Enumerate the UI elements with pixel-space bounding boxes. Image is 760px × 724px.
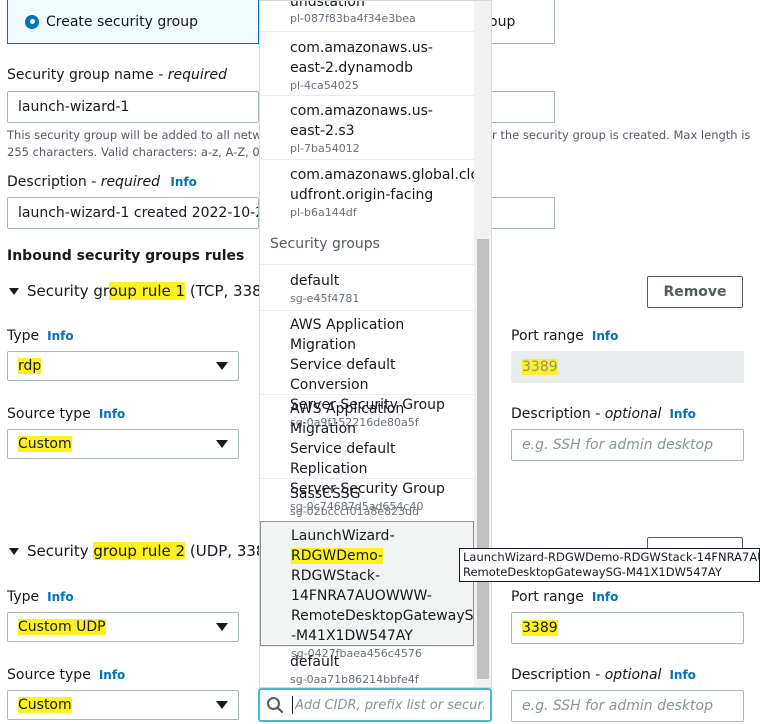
dropdown-option-highlighted[interactable]: LaunchWizard- RDGWDemo-RDGWStack- 14FNRA… (260, 521, 484, 660)
dropdown-option[interactable]: undstation pl-087f83ba4f34e3bea (260, 1, 474, 31)
dropdown-option[interactable]: default sg-e45f4781 (260, 264, 474, 310)
search-icon (267, 697, 284, 714)
dropdown-option[interactable]: default sg-0aa71b86214bbfe4f (260, 646, 474, 687)
rule1-source-label: Source type Info (7, 406, 126, 422)
rule1-port-label: Port range Info (511, 328, 619, 344)
info-link[interactable]: Info (669, 407, 695, 421)
info-link[interactable]: Info (99, 407, 125, 421)
dropdown-option[interactable]: com.amazonaws.global.clo udfront.origin-… (260, 159, 479, 223)
info-link[interactable]: Info (592, 590, 618, 604)
rule2-source-label: Source type Info (7, 667, 126, 683)
dropdown-caret-icon (216, 623, 228, 631)
rule2-port-label: Port range Info (511, 589, 619, 605)
dropdown-caret-icon (216, 701, 228, 709)
rule1-title: Security group rule 1 (TCP, 3389 (27, 282, 272, 300)
rule2-desc-label: Description - optional Info (511, 667, 696, 683)
text-cursor (292, 696, 293, 714)
description-label: Description - required Info (7, 174, 197, 190)
sg-name-label: Security group name - required (7, 67, 227, 83)
dropdown-caret-icon (216, 440, 228, 448)
caret-down-icon (9, 287, 19, 295)
rule1-type-select[interactable]: rdp (7, 351, 239, 381)
rule1-port-input: 3389 (511, 351, 744, 383)
select-existing-group-label: oup (489, 13, 516, 30)
source-dropdown-menu[interactable]: undstation pl-087f83ba4f34e3bea com.amaz… (259, 0, 492, 688)
description-input[interactable]: launch-wizard-1 created 2022-10-21T (7, 197, 259, 229)
caret-down-icon (9, 547, 19, 555)
rule2-header[interactable]: Security group rule 2 (UDP, 3389 (9, 542, 275, 560)
cidr-search-input[interactable]: Add CIDR, prefix list or security (258, 688, 492, 722)
dropdown-option[interactable]: com.amazonaws.us- east-2.s3 pl-7ba54012 (260, 95, 474, 159)
rule1-desc-label: Description - optional Info (511, 406, 696, 422)
inbound-rules-title: Inbound security groups rules (7, 248, 245, 264)
dropdown-option[interactable]: com.amazonaws.us- east-2.dynamodb pl-4ca… (260, 31, 474, 95)
dropdown-caret-icon (216, 362, 228, 370)
create-security-group-option[interactable]: Create security group (7, 0, 259, 44)
dropdown-option[interactable]: AWS Application Migration Service defaul… (260, 310, 474, 429)
info-link[interactable]: Info (47, 590, 73, 604)
info-link[interactable]: Info (99, 668, 125, 682)
remove-rule-button[interactable]: Remove (647, 276, 743, 308)
rule2-port-input[interactable]: 3389 (511, 612, 744, 644)
sg-name-help-1: This security group will be added to all… (7, 128, 274, 142)
rule1-source-select[interactable]: Custom (7, 429, 239, 459)
create-security-group-label: Create security group (46, 13, 198, 30)
sg-name-help-2: 255 characters. Valid characters: a-z, A… (7, 145, 275, 159)
rule2-title: Security group rule 2 (UDP, 3389 (27, 542, 275, 560)
security-groups-header: Security groups (270, 236, 380, 252)
rule1-type-label: Type Info (7, 328, 74, 344)
info-link[interactable]: Info (592, 329, 618, 343)
sg-name-input[interactable]: launch-wizard-1 (7, 91, 259, 123)
info-link[interactable]: Info (170, 175, 196, 189)
rule1-desc-input[interactable]: e.g. SSH for admin desktop (511, 429, 744, 461)
option-tooltip: LaunchWizard-RDGWDemo-RDGWStack-14FNRA7A… (459, 548, 760, 582)
radio-selected-icon[interactable] (25, 14, 39, 29)
dropdown-scrollbar-thumb[interactable] (477, 239, 489, 679)
info-link[interactable]: Info (47, 329, 73, 343)
rule2-desc-input[interactable]: e.g. SSH for admin desktop (511, 690, 744, 722)
rule2-source-select[interactable]: Custom (7, 690, 239, 720)
dropdown-option[interactable]: SassCSSG sg-02bcccf01a8e823dd (260, 478, 474, 521)
rule2-type-select[interactable]: Custom UDP (7, 612, 239, 642)
rule1-header[interactable]: Security group rule 1 (TCP, 3389 (9, 282, 271, 300)
info-link[interactable]: Info (669, 668, 695, 682)
sg-name-help-1b: r the security group is created. Max len… (492, 128, 751, 142)
rule2-type-label: Type Info (7, 589, 74, 605)
dropdown-option[interactable]: AWS Application Migration Service defaul… (260, 394, 474, 513)
